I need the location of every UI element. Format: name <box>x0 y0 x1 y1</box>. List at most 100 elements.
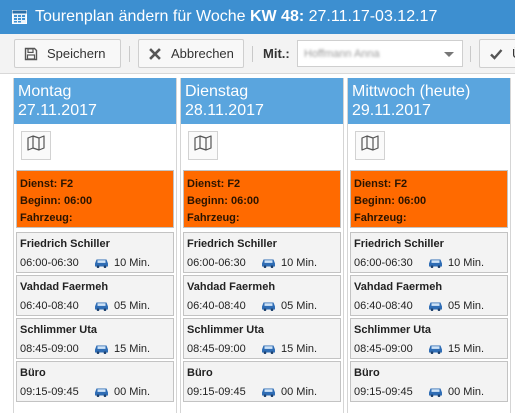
car-icon <box>261 301 276 311</box>
service-card[interactable]: Dienst: F2 Beginn: 06:00 Fahrzeug: <box>16 170 174 228</box>
car-icon <box>94 301 109 311</box>
service-start: Beginn: 06:00 <box>354 195 427 207</box>
tour-client-name: Friedrich Schiller <box>20 238 110 250</box>
tour-drive-time: 00 Min. <box>114 386 151 398</box>
window-titlebar: Tourenplan ändern für Woche KW 48: 27.11… <box>0 0 515 34</box>
tour-time: 06:40-08:40 <box>187 300 246 312</box>
day-header: Montag 27.11.2017 <box>14 78 176 124</box>
day-name: Mittwoch (heute) <box>352 83 471 100</box>
tour-time: 09:15-09:45 <box>20 386 79 398</box>
tour-card[interactable]: Vahdad Faermeh 06:40-08:40 05 Min. <box>16 275 174 316</box>
tour-card[interactable]: Vahdad Faermeh 06:40-08:40 05 Min. <box>350 275 508 316</box>
cancel-button[interactable]: Abbrechen <box>138 39 244 68</box>
toolbar-divider <box>470 46 471 62</box>
tour-drive-time: 10 Min. <box>448 257 485 269</box>
map-button[interactable] <box>355 131 385 160</box>
service-shift: Dienst: F2 <box>187 178 241 190</box>
tour-client-name: Friedrich Schiller <box>354 238 444 250</box>
floppy-disk-icon <box>24 47 38 61</box>
day-date: 28.11.2017 <box>185 102 264 119</box>
toolbar: Speichern Abbrechen Mit.: Hoffmann Anna … <box>0 34 515 74</box>
window-title: Tourenplan ändern für Woche KW 48: 27.11… <box>35 8 438 25</box>
service-vehicle: Fahrzeug: <box>354 212 407 224</box>
tour-drive-time: 05 Min. <box>281 300 318 312</box>
tour-client-name: Vahdad Faermeh <box>187 281 276 293</box>
tour-card[interactable]: Friedrich Schiller 06:00-06:30 10 Min. <box>183 232 341 273</box>
tour-card[interactable]: Friedrich Schiller 06:00-06:30 10 Min. <box>350 232 508 273</box>
day-column-monday: Montag 27.11.2017 Dienst: F2 Beginn: 06:… <box>13 78 177 413</box>
service-card[interactable]: Dienst: F2 Beginn: 06:00 Fahrzeug: <box>183 170 341 228</box>
service-start: Beginn: 06:00 <box>187 195 260 207</box>
tour-client-name: Friedrich Schiller <box>187 238 277 250</box>
map-icon <box>27 135 45 156</box>
map-button[interactable] <box>21 131 51 160</box>
employee-select[interactable]: Hoffmann Anna <box>297 40 463 67</box>
cancel-button-label: Abbrechen <box>171 46 234 61</box>
tour-card[interactable]: Friedrich Schiller 06:00-06:30 10 Min. <box>16 232 174 273</box>
service-start: Beginn: 06:00 <box>20 195 93 207</box>
chevron-down-icon <box>444 52 454 57</box>
day-column-tuesday: Dienstag 28.11.2017 Dienst: F2 Beginn: 0… <box>180 78 344 413</box>
calendar-grid-icon <box>12 10 27 24</box>
tour-card[interactable]: Vahdad Faermeh 06:40-08:40 05 Min. <box>183 275 341 316</box>
map-button[interactable] <box>188 131 218 160</box>
car-icon <box>428 387 443 397</box>
tour-time: 08:45-09:00 <box>20 343 79 355</box>
tour-drive-time: 05 Min. <box>114 300 151 312</box>
tour-drive-time: 00 Min. <box>281 386 318 398</box>
service-shift: Dienst: F2 <box>20 178 74 190</box>
tour-client-name: Büro <box>20 367 46 379</box>
tour-drive-time: 05 Min. <box>448 300 485 312</box>
toolbar-divider <box>129 46 130 62</box>
tour-card[interactable]: Büro 09:15-09:45 00 Min. <box>350 361 508 402</box>
employee-select-value: Hoffmann Anna <box>304 47 380 60</box>
car-icon <box>261 258 276 268</box>
tour-drive-time: 15 Min. <box>448 343 485 355</box>
day-name: Montag <box>18 83 72 100</box>
tour-card[interactable]: Schlimmer Uta 08:45-09:00 15 Min. <box>183 318 341 359</box>
confirm-button[interactable]: Ü <box>479 39 515 68</box>
tour-card[interactable]: Schlimmer Uta 08:45-09:00 15 Min. <box>16 318 174 359</box>
tour-drive-time: 10 Min. <box>281 257 318 269</box>
tour-time: 06:40-08:40 <box>354 300 413 312</box>
tour-time: 06:00-06:30 <box>20 257 79 269</box>
toolbar-divider <box>252 46 253 62</box>
day-header: Mittwoch (heute) 29.11.2017 <box>348 78 510 124</box>
tour-client-name: Schlimmer Uta <box>20 324 98 336</box>
week-plan-area: Montag 27.11.2017 Dienst: F2 Beginn: 06:… <box>0 74 515 413</box>
save-button-label: Speichern <box>47 46 106 61</box>
tour-time: 08:45-09:00 <box>354 343 413 355</box>
car-icon <box>261 344 276 354</box>
tour-time: 09:15-09:45 <box>354 386 413 398</box>
tour-time: 06:40-08:40 <box>20 300 79 312</box>
day-name: Dienstag <box>185 83 249 100</box>
check-icon <box>489 47 503 61</box>
service-vehicle: Fahrzeug: <box>20 212 73 224</box>
day-column-wednesday: Mittwoch (heute) 29.11.2017 Dienst: F2 B… <box>347 78 511 413</box>
tour-card[interactable]: Büro 09:15-09:45 00 Min. <box>183 361 341 402</box>
car-icon <box>94 387 109 397</box>
service-card[interactable]: Dienst: F2 Beginn: 06:00 Fahrzeug: <box>350 170 508 228</box>
tour-card[interactable]: Büro 09:15-09:45 00 Min. <box>16 361 174 402</box>
day-header: Dienstag 28.11.2017 <box>181 78 343 124</box>
tour-client-name: Schlimmer Uta <box>187 324 265 336</box>
car-icon <box>428 258 443 268</box>
tour-time: 06:00-06:30 <box>187 257 246 269</box>
week-label: KW 48: <box>249 8 305 25</box>
map-icon <box>194 135 212 156</box>
tour-client-name: Büro <box>187 367 213 379</box>
day-date: 27.11.2017 <box>18 102 97 119</box>
tour-drive-time: 00 Min. <box>448 386 485 398</box>
tour-client-name: Vahdad Faermeh <box>354 281 443 293</box>
close-x-icon <box>148 47 162 61</box>
tour-client-name: Schlimmer Uta <box>354 324 432 336</box>
car-icon <box>94 258 109 268</box>
tour-time: 08:45-09:00 <box>187 343 246 355</box>
tour-drive-time: 15 Min. <box>114 343 151 355</box>
map-icon <box>361 135 379 156</box>
save-button[interactable]: Speichern <box>14 39 121 68</box>
service-vehicle: Fahrzeug: <box>187 212 240 224</box>
tour-drive-time: 15 Min. <box>281 343 318 355</box>
tour-drive-time: 10 Min. <box>114 257 151 269</box>
tour-card[interactable]: Schlimmer Uta 08:45-09:00 15 Min. <box>350 318 508 359</box>
